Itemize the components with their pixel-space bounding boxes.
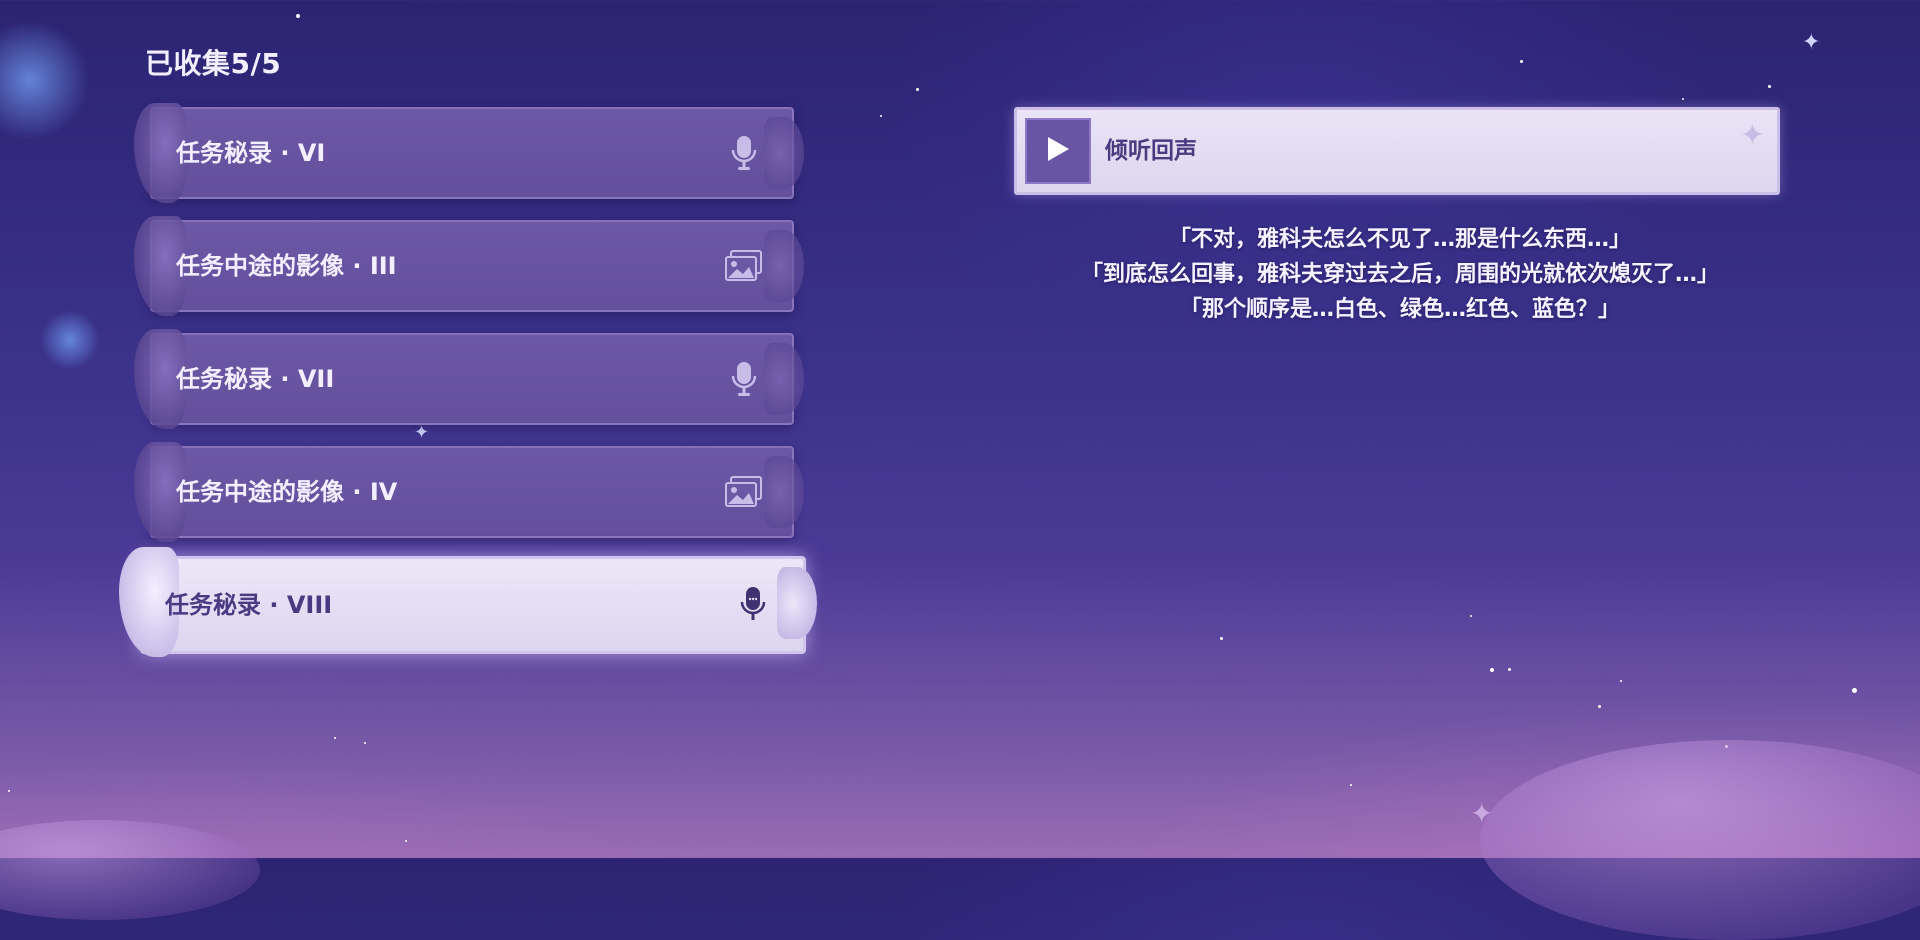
list-item-label: 任务中途的影像 · III	[176, 252, 397, 280]
microphone-icon	[733, 585, 773, 625]
list-item-label: 任务中途的影像 · IV	[176, 478, 398, 506]
subtitle-line: 「不对，雅科夫怎么不见了…那是什么东西…」	[1168, 227, 1631, 252]
microphone-icon	[724, 133, 764, 173]
shell-decoration	[764, 117, 804, 189]
list-item[interactable]: 任务秘录 · VI	[134, 103, 804, 203]
image-icon	[724, 472, 764, 512]
subtitle-line: 「那个顺序是…白色、绿色…红色、蓝色？」	[1179, 297, 1620, 322]
shell-decoration	[764, 456, 804, 528]
list-item-label: 任务秘录 · VI	[176, 139, 326, 167]
list-item[interactable]: 任务中途的影像 · III	[134, 216, 804, 316]
shell-decoration	[764, 343, 804, 415]
list-item[interactable]: 任务中途的影像 · IV	[134, 442, 804, 542]
subtitle-line: 「到底怎么回事，雅科夫穿过去之后，周围的光就依次熄灭了…」	[1080, 262, 1719, 287]
shell-decoration	[777, 567, 817, 639]
list-item-label: 任务秘录 · VII	[176, 365, 335, 393]
list-item-label: 任务秘录 · VIII	[165, 591, 333, 619]
shell-decoration	[764, 230, 804, 302]
list-item[interactable]: 任务秘录 · VII	[134, 329, 804, 429]
sparkle-icon: ✦	[1739, 118, 1765, 153]
play-button[interactable]	[1025, 118, 1091, 184]
player-title: 倾听回声	[1105, 138, 1197, 164]
play-icon	[1045, 135, 1071, 167]
audio-player: 倾听回声 ✦	[1014, 107, 1780, 195]
list-item-selected[interactable]: 任务秘录 · VIII	[119, 547, 817, 657]
image-icon	[724, 246, 764, 286]
collected-count: 已收集5/5	[145, 47, 282, 80]
microphone-icon	[724, 359, 764, 399]
subtitle-block: 「不对，雅科夫怎么不见了…那是什么东西…」 「到底怎么回事，雅科夫穿过去之后，周…	[1020, 222, 1780, 327]
